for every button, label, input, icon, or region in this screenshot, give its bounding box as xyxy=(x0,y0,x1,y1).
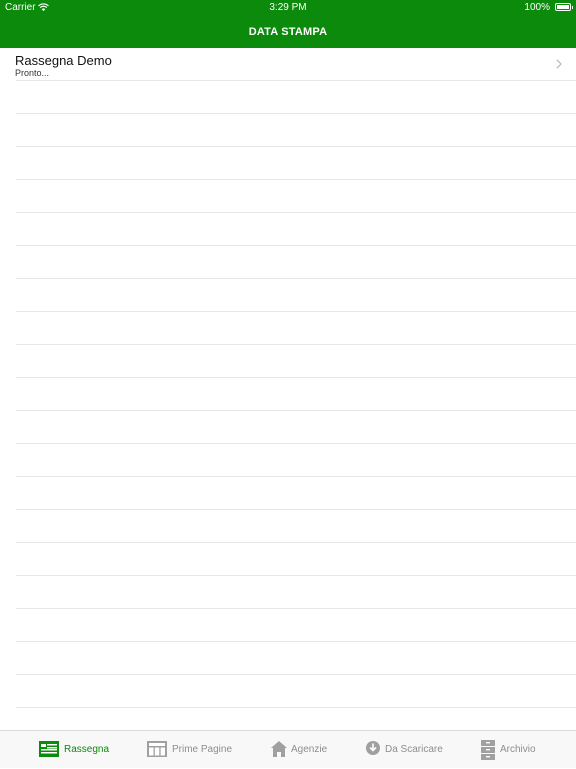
tab-agenzie[interactable]: Agenzie xyxy=(270,731,340,769)
tab-label: Archivio xyxy=(500,744,536,755)
tab-bar: Rassegna Prime Pagine Agenzie Da Scarica… xyxy=(0,730,576,768)
empty-row xyxy=(0,708,576,730)
tab-label: Prime Pagine xyxy=(172,744,233,755)
archive-icon xyxy=(481,740,495,760)
grid-pages-icon xyxy=(147,741,167,757)
chevron-right-icon xyxy=(556,59,562,69)
list-item-rassegna-demo[interactable]: Rassegna Demo Pronto... xyxy=(0,48,576,81)
download-icon xyxy=(366,741,380,755)
empty-row xyxy=(0,312,576,345)
empty-row xyxy=(0,378,576,411)
empty-row xyxy=(0,510,576,543)
empty-row xyxy=(0,411,576,444)
empty-row xyxy=(0,543,576,576)
empty-row xyxy=(0,81,576,114)
status-bar: Carrier 3:29 PM 100% xyxy=(0,0,576,16)
home-icon xyxy=(271,741,287,757)
tab-rassegna[interactable]: Rassegna xyxy=(38,731,118,769)
list-item-status: Pronto... xyxy=(15,68,50,78)
status-time: 3:29 PM xyxy=(269,2,307,13)
empty-row xyxy=(0,345,576,378)
empty-row xyxy=(0,114,576,147)
tab-da-scaricare[interactable]: Da Scaricare xyxy=(365,731,455,769)
tab-label: Rassegna xyxy=(64,744,110,755)
empty-row xyxy=(0,675,576,708)
empty-row xyxy=(0,147,576,180)
tab-archivio[interactable]: Archivio xyxy=(480,731,550,769)
rassegna-list[interactable]: Rassegna Demo Pronto... xyxy=(0,48,576,730)
app-header: Carrier 3:29 PM 100% DATA STAMPA xyxy=(0,0,576,48)
empty-row xyxy=(0,609,576,642)
empty-row xyxy=(0,642,576,675)
tab-label: Da Scaricare xyxy=(385,744,443,755)
empty-row xyxy=(0,444,576,477)
empty-row xyxy=(0,279,576,312)
empty-row xyxy=(0,576,576,609)
list-item-title: Rassegna Demo xyxy=(15,53,112,68)
tab-prime-pagine[interactable]: Prime Pagine xyxy=(146,731,246,769)
newspaper-icon xyxy=(39,741,59,757)
empty-row xyxy=(0,246,576,279)
page-title: DATA STAMPA xyxy=(248,26,328,38)
empty-row xyxy=(0,213,576,246)
battery-percent: 100% xyxy=(524,2,550,13)
empty-row xyxy=(0,477,576,510)
empty-row xyxy=(0,180,576,213)
battery-icon xyxy=(555,3,573,11)
tab-label: Agenzie xyxy=(291,744,328,755)
